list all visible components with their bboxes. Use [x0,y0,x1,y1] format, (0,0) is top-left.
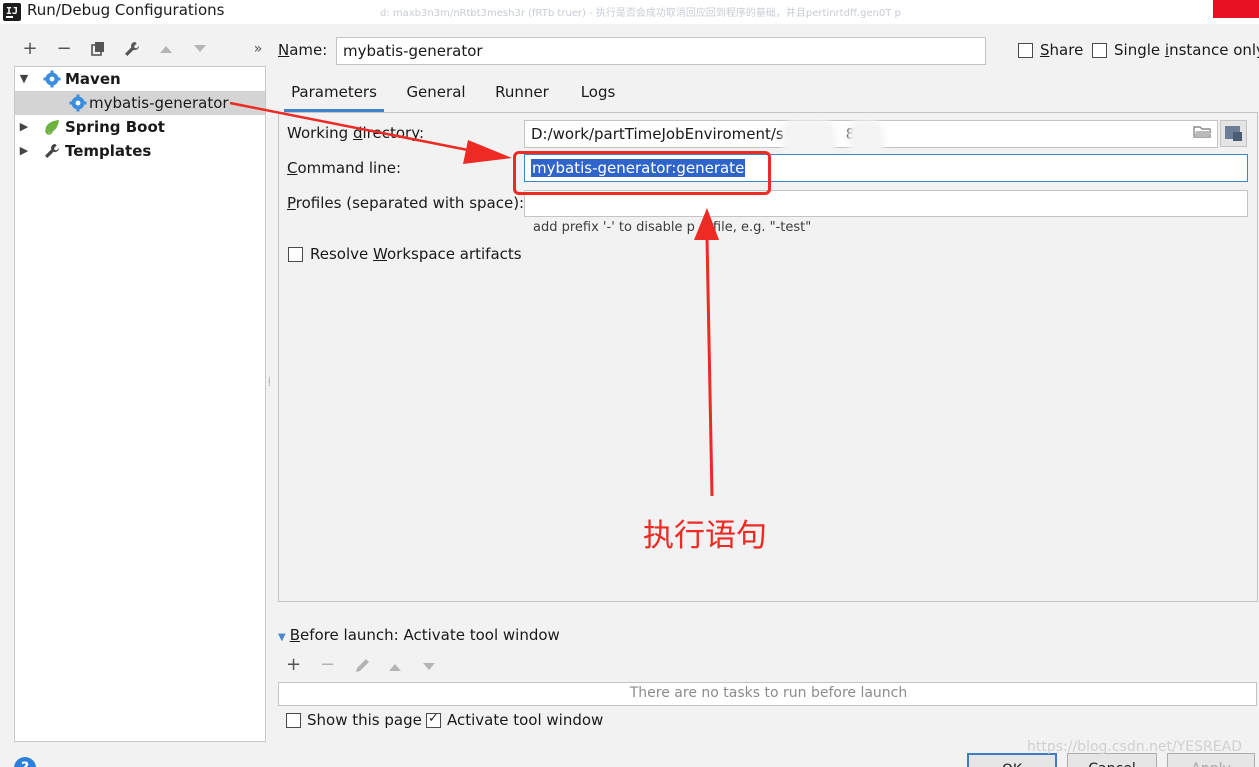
tree-item-spring-boot[interactable]: ▶ Spring Boot [15,115,265,139]
tree-item-label: Templates [65,142,152,160]
show-page-label: Show this page [307,711,422,729]
tree-item-label: mybatis-generator [89,94,229,112]
move-down-icon[interactable] [188,36,212,62]
splitter-handle[interactable]: ⁞ ⁞ [268,376,272,398]
resolve-workspace-label: Resolve Workspace artifacts [310,245,522,263]
window-close-button[interactable] [1213,0,1259,18]
activate-tool-window-checkbox[interactable] [426,711,441,728]
config-tabs: Parameters General Runner Logs [278,76,1258,112]
intellij-app-icon: IJ [3,3,21,21]
move-task-down-icon[interactable] [422,660,436,676]
annotation-highlight-box [513,151,771,195]
window-title: Run/Debug Configurations [27,1,225,19]
add-config-icon[interactable]: + [18,36,42,62]
single-instance-checkbox[interactable] [1092,43,1107,58]
wrench-icon [43,142,61,160]
chevron-down-icon[interactable]: ▼ [278,632,286,643]
move-task-up-icon[interactable] [388,660,402,676]
single-instance-label: Single instance only [1114,41,1259,59]
chevron-down-icon[interactable]: ▼ [17,67,31,91]
tab-general[interactable]: General [398,76,474,112]
configuration-tree: ▼ Maven mybatis-generator ▶ Spring Boot … [14,66,266,742]
background-ghost-text: d: maxb3n3m/nRtbt3mesh3r (fRTb truer) - … [380,8,901,19]
annotation-label: 执行语句 [643,518,767,554]
show-page-checkbox[interactable] [286,713,301,728]
command-line-label: Command line: [287,159,401,177]
title-bar: IJ Run/Debug Configurations d: maxb3n3m/… [0,0,1259,24]
spring-boot-icon [43,118,61,136]
folder-open-icon[interactable] [1193,125,1213,139]
edit-task-pencil-icon[interactable] [354,656,372,678]
chevron-right-icon[interactable]: ▶ [17,115,31,139]
move-up-icon[interactable] [154,36,178,62]
remove-config-icon[interactable]: − [52,36,76,62]
name-label: Name: [278,41,328,59]
tree-item-label: Maven [65,70,121,88]
tree-item-mybatis-generator[interactable]: mybatis-generator [15,91,265,115]
remove-task-icon[interactable]: − [320,654,335,675]
share-label: Share [1040,41,1084,59]
ok-button[interactable]: OK [967,753,1057,767]
empty-task-text: There are no tasks to run before launch [629,685,908,701]
tree-item-maven[interactable]: ▼ Maven [15,67,265,91]
maven-gear-icon [43,70,61,88]
blurred-path-segment [848,120,884,156]
tab-parameters[interactable]: Parameters [284,76,384,112]
resolve-workspace-checkbox[interactable] [288,247,303,262]
copy-config-icon[interactable] [86,36,110,62]
cancel-button[interactable]: Cancel [1067,753,1157,767]
activate-tool-window-label: Activate tool window [447,711,604,729]
tab-runner[interactable]: Runner [486,76,558,112]
blurred-path-segment [782,120,836,156]
before-launch-task-list[interactable]: There are no tasks to run before launch [278,682,1257,706]
tab-logs[interactable]: Logs [570,76,626,112]
more-actions-icon[interactable]: » [246,36,270,62]
name-input[interactable]: mybatis-generator [336,37,986,65]
maven-gear-icon [69,94,87,112]
chevron-right-icon[interactable]: ▶ [17,139,31,163]
share-checkbox[interactable] [1018,43,1033,58]
help-icon[interactable]: ? [14,757,36,767]
working-directory-label: Working directory: [287,124,425,142]
watermark: https://blog.csdn.net/YESREAD [1027,739,1242,755]
before-launch-header[interactable]: ▼ Before launch: Activate tool window [278,626,560,644]
tree-item-templates[interactable]: ▶ Templates [15,139,265,163]
tree-item-label: Spring Boot [65,118,165,136]
browse-module-button[interactable] [1220,120,1247,147]
add-task-icon[interactable]: + [286,654,301,675]
profiles-hint: add prefix '-' to disable p ofile, e.g. "… [533,220,812,235]
apply-button[interactable]: Apply [1167,753,1255,767]
edit-defaults-wrench-icon[interactable] [120,36,144,62]
config-toolbar: + − » [14,36,266,62]
profiles-label: Profiles (separated with space): [287,194,525,212]
